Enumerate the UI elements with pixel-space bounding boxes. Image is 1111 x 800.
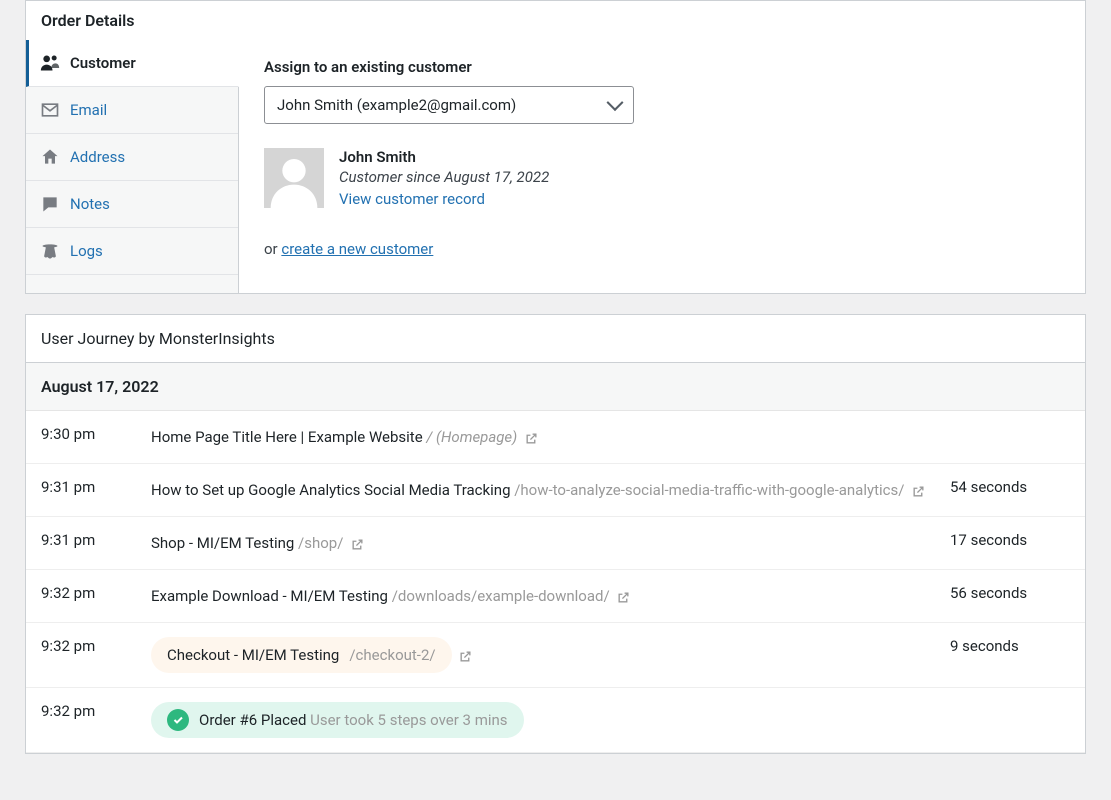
view-customer-link[interactable]: View customer record — [339, 190, 485, 208]
journey-page: Checkout - MI/EM Testing /checkout-2/ — [151, 637, 930, 673]
avatar — [264, 148, 324, 208]
journey-time: 9:30 pm — [41, 425, 131, 443]
external-link-icon[interactable] — [525, 432, 538, 445]
customer-tab-content: Assign to an existing customer John Smit… — [239, 40, 1085, 293]
journey-time: 9:32 pm — [41, 702, 131, 720]
journey-date: August 17, 2022 — [26, 363, 1085, 411]
journey-time: 9:31 pm — [41, 531, 131, 549]
journey-duration: 17 seconds — [950, 531, 1070, 549]
journey-page: Shop - MI/EM Testing /shop/ — [151, 531, 930, 555]
journey-page: Example Download - MI/EM Testing /downlo… — [151, 584, 930, 608]
journey-row: 9:30 pm Home Page Title Here | Example We… — [26, 411, 1085, 464]
external-link-icon[interactable] — [459, 650, 472, 663]
journey-row: 9:31 pm How to Set up Google Analytics So… — [26, 464, 1085, 517]
order-placed-pill: Order #6 Placed User took 5 steps over 3… — [151, 702, 524, 738]
tab-label: Logs — [70, 242, 103, 260]
order-placed-text: Order #6 Placed User took 5 steps over 3… — [199, 708, 508, 732]
journey-row: 9:32 pm Order #6 Placed User took 5 steps… — [26, 688, 1085, 753]
journey-title: User Journey by MonsterInsights — [26, 315, 1085, 363]
journey-duration: 54 seconds — [950, 478, 1070, 496]
customer-icon — [40, 53, 60, 73]
journey-page: Order #6 Placed User took 5 steps over 3… — [151, 702, 930, 738]
order-tabs: Customer Email Address Notes — [26, 40, 239, 293]
tab-customer[interactable]: Customer — [26, 40, 239, 87]
external-link-icon[interactable] — [912, 485, 925, 498]
journey-page: How to Set up Google Analytics Social Me… — [151, 478, 930, 502]
or-text: or — [264, 240, 281, 258]
customer-name: John Smith — [339, 148, 549, 166]
journey-page: Home Page Title Here | Example Website /… — [151, 425, 930, 449]
tab-logs[interactable]: Logs — [26, 228, 238, 275]
order-details-title: Order Details — [26, 1, 1085, 40]
assign-label: Assign to an existing customer — [264, 58, 1060, 76]
customer-select[interactable]: John Smith (example2@gmail.com) — [264, 86, 634, 124]
or-create-row: or create a new customer — [264, 240, 1060, 258]
journey-row: 9:31 pm Shop - MI/EM Testing /shop/ 17 se… — [26, 517, 1085, 570]
tab-label: Address — [70, 148, 125, 166]
journey-rows: 9:30 pm Home Page Title Here | Example We… — [26, 411, 1085, 753]
create-customer-link[interactable]: create a new customer — [281, 240, 433, 258]
check-icon — [167, 709, 189, 731]
tab-label: Customer — [70, 54, 136, 72]
customer-info: John Smith Customer since August 17, 202… — [339, 148, 549, 208]
journey-row: 9:32 pm Example Download - MI/EM Testing … — [26, 570, 1085, 623]
customer-summary: John Smith Customer since August 17, 202… — [264, 148, 1060, 208]
email-icon — [40, 100, 60, 120]
notes-icon — [40, 194, 60, 214]
journey-time: 9:32 pm — [41, 637, 131, 655]
tab-notes[interactable]: Notes — [26, 181, 238, 228]
journey-duration: 56 seconds — [950, 584, 1070, 602]
external-link-icon[interactable] — [617, 591, 630, 604]
tab-label: Email — [70, 101, 107, 119]
journey-row: 9:32 pm Checkout - MI/EM Testing /checkou… — [26, 623, 1085, 688]
external-link-icon[interactable] — [351, 538, 364, 551]
tab-address[interactable]: Address — [26, 134, 238, 181]
journey-time: 9:32 pm — [41, 584, 131, 602]
address-icon — [40, 147, 60, 167]
user-journey-panel: User Journey by MonsterInsights August 1… — [25, 314, 1086, 754]
order-details-panel: Order Details Customer Email Address — [25, 0, 1086, 294]
tab-email[interactable]: Email — [26, 87, 238, 134]
order-details-body: Customer Email Address Notes — [26, 40, 1085, 293]
selected-customer-value: John Smith (example2@gmail.com) — [277, 96, 516, 114]
tab-label: Notes — [70, 195, 110, 213]
journey-time: 9:31 pm — [41, 478, 131, 496]
journey-duration: 9 seconds — [950, 637, 1070, 655]
checkout-pill: Checkout - MI/EM Testing /checkout-2/ — [151, 637, 452, 673]
customer-since: Customer since August 17, 2022 — [339, 168, 549, 186]
logs-icon — [40, 241, 60, 261]
